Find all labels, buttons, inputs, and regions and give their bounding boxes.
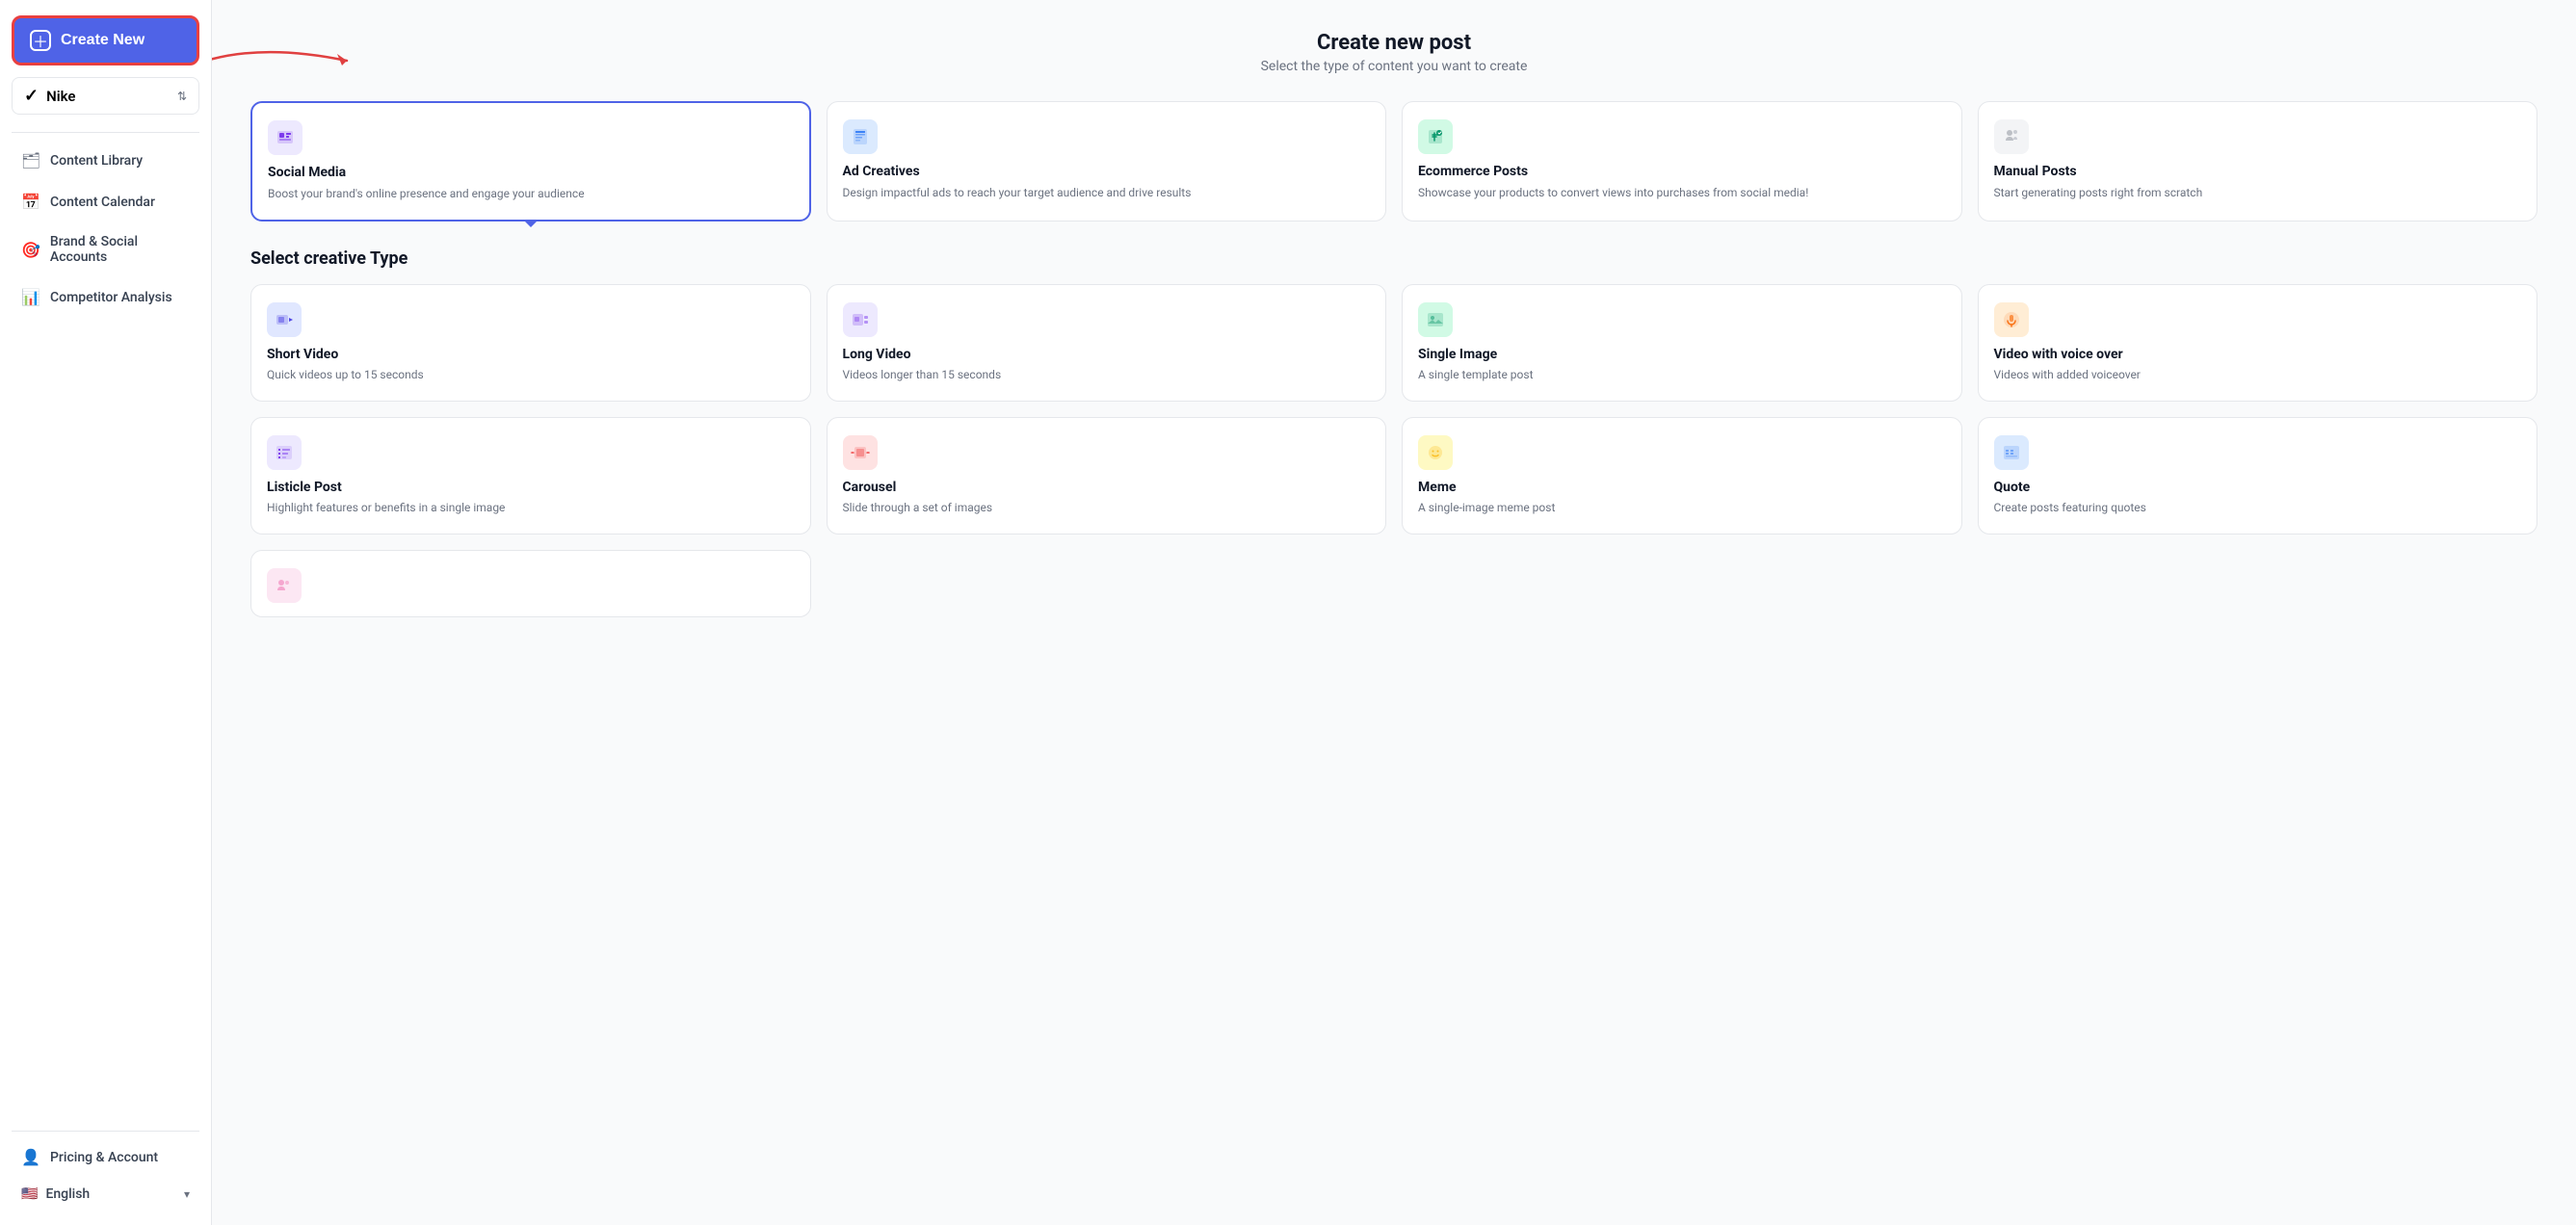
creative-card-meme[interactable]: Meme A single-image meme post [1402,417,1962,534]
meme-desc: A single-image meme post [1418,499,1946,516]
brand-chevron-icon: ⇅ [177,90,187,103]
creative-card-single-image[interactable]: Single Image A single template post [1402,284,1962,402]
creative-card-quote[interactable]: Quote Create posts featuring quotes [1978,417,2538,534]
ecommerce-title: Ecommerce Posts [1418,164,1946,179]
social-media-desc: Boost your brand's online presence and e… [268,185,794,202]
short-video-desc: Quick videos up to 15 seconds [267,366,795,383]
brand-selector[interactable]: ✓ Nike ⇅ [12,77,199,115]
quote-title: Quote [1994,480,2522,495]
language-label: English [45,1186,90,1202]
page-header: Create new post Select the type of conte… [250,31,2537,74]
plus-icon: ＋ [30,30,51,51]
type-cards-row: Social Media Boost your brand's online p… [250,101,2537,222]
competitor-icon: 📊 [21,288,40,306]
type-card-social-media[interactable]: Social Media Boost your brand's online p… [250,101,811,222]
single-image-icon [1418,302,1453,337]
main-content: Create new post Select the type of conte… [212,0,2576,1225]
short-video-title: Short Video [267,347,795,362]
content-calendar-icon: 📅 [21,193,40,211]
creative-card-carousel[interactable]: Carousel Slide through a set of images [827,417,1387,534]
type-card-manual[interactable]: Manual Posts Start generating posts righ… [1978,101,2538,222]
quote-desc: Create posts featuring quotes [1994,499,2522,516]
sidebar-divider-top [12,132,199,133]
pricing-icon: 👤 [21,1148,40,1166]
creative-grid-row2: Listicle Post Highlight features or bene… [250,417,2537,534]
manual-posts-icon [1994,119,2029,154]
meme-title: Meme [1418,480,1946,495]
page-title: Create new post [250,31,2537,55]
voice-over-title: Video with voice over [1994,347,2522,362]
nike-logo-icon: ✓ [24,86,39,106]
type-card-ecommerce[interactable]: Ecommerce Posts Showcase your products t… [1402,101,1962,222]
quote-icon [1994,435,2029,470]
content-library-icon: 🗂 [21,151,40,169]
short-video-icon [267,302,302,337]
long-video-desc: Videos longer than 15 seconds [843,366,1371,383]
content-calendar-label: Content Calendar [50,195,155,210]
single-image-title: Single Image [1418,347,1946,362]
brand-name: Nike [46,88,75,105]
brand-social-label: Brand & Social Accounts [50,234,190,265]
brand-selector-left: ✓ Nike [24,86,75,106]
ad-creatives-desc: Design impactful ads to reach your targe… [843,184,1371,201]
type-card-ad-creatives[interactable]: Ad Creatives Design impactful ads to rea… [827,101,1387,222]
ad-creatives-icon [843,119,878,154]
ecommerce-icon [1418,119,1453,154]
creative-card-voice-over[interactable]: Video with voice over Videos with added … [1978,284,2538,402]
section-title: Select creative Type [250,248,2537,269]
partial-card-icon [267,568,302,603]
social-media-icon [268,120,302,155]
page-subtitle: Select the type of content you want to c… [250,59,2537,74]
partial-cards-row [250,550,2537,617]
brand-social-icon: 🎯 [21,241,40,259]
language-left: 🇺🇸 English [21,1186,90,1202]
sidebar-item-brand-social[interactable]: 🎯 Brand & Social Accounts [12,225,199,274]
sidebar: ＋ Create New ✓ Nike ⇅ 🗂 Content Library … [0,0,212,1225]
creative-grid-row1: Short Video Quick videos up to 15 second… [250,284,2537,402]
carousel-title: Carousel [843,480,1371,495]
listicle-title: Listicle Post [267,480,795,495]
creative-card-long-video[interactable]: Long Video Videos longer than 15 seconds [827,284,1387,402]
competitor-label: Competitor Analysis [50,290,172,305]
sidebar-item-content-library[interactable]: 🗂 Content Library [12,143,199,178]
manual-desc: Start generating posts right from scratc… [1994,184,2522,201]
voice-over-desc: Videos with added voiceover [1994,366,2522,383]
ecommerce-desc: Showcase your products to convert views … [1418,184,1946,201]
sidebar-item-pricing[interactable]: 👤 Pricing & Account [12,1139,199,1175]
creative-card-listicle[interactable]: Listicle Post Highlight features or bene… [250,417,811,534]
create-new-label: Create New [61,32,145,49]
flag-icon: 🇺🇸 [21,1186,38,1202]
creative-card-partial[interactable] [250,550,811,617]
content-library-label: Content Library [50,153,143,169]
sidebar-item-competitor[interactable]: 📊 Competitor Analysis [12,279,199,315]
ad-creatives-title: Ad Creatives [843,164,1371,179]
sidebar-divider-bottom [12,1131,199,1132]
long-video-icon [843,302,878,337]
social-media-title: Social Media [268,165,794,180]
listicle-desc: Highlight features or benefits in a sing… [267,499,795,516]
lang-chevron-icon: ▾ [184,1187,190,1201]
pricing-label: Pricing & Account [50,1150,158,1165]
creative-card-short-video[interactable]: Short Video Quick videos up to 15 second… [250,284,811,402]
language-selector[interactable]: 🇺🇸 English ▾ [12,1179,199,1210]
single-image-desc: A single template post [1418,366,1946,383]
carousel-icon [843,435,878,470]
long-video-title: Long Video [843,347,1371,362]
voice-over-icon [1994,302,2029,337]
sidebar-item-content-calendar[interactable]: 📅 Content Calendar [12,184,199,220]
carousel-desc: Slide through a set of images [843,499,1371,516]
create-new-button[interactable]: ＋ Create New [12,15,199,65]
sidebar-bottom: 👤 Pricing & Account 🇺🇸 English ▾ [12,1127,199,1210]
manual-title: Manual Posts [1994,164,2522,179]
listicle-icon [267,435,302,470]
meme-icon [1418,435,1453,470]
